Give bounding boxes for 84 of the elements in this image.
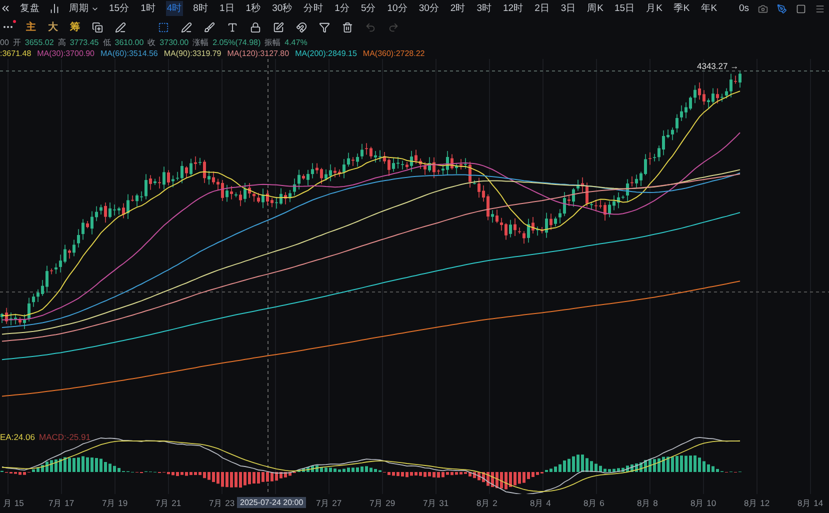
- period-tab[interactable]: 15分: [108, 1, 131, 16]
- pencil-icon[interactable]: [115, 22, 126, 32]
- date-label: 7月 29: [368, 497, 396, 510]
- ohlc-value: 3610.00: [114, 38, 144, 47]
- macd-value: MACD:-25.91: [38, 432, 90, 442]
- camera-icon[interactable]: [758, 4, 768, 14]
- period-tab[interactable]: 4时: [166, 1, 184, 16]
- date-label: 8月 4: [529, 497, 552, 510]
- period-tab[interactable]: 12时: [502, 1, 525, 16]
- filter-icon[interactable]: [319, 22, 330, 32]
- moving-average-value: MA(360):2728.22: [362, 49, 425, 58]
- moving-average-value: MA(60):3514.56: [100, 49, 158, 58]
- pen-icon[interactable]: [777, 4, 787, 14]
- period-tab[interactable]: 2日: [534, 1, 551, 16]
- menu-icon[interactable]: [815, 4, 825, 14]
- ohlc-value: 3655.02: [24, 38, 54, 47]
- period-tab[interactable]: 30分: [418, 1, 440, 16]
- period-tab[interactable]: 1分: [334, 1, 351, 16]
- ohlc-label: 收: [148, 37, 156, 48]
- ohlc-label: 振幅: [264, 37, 281, 48]
- ohlc-label: 高: [58, 37, 66, 48]
- copy-icon[interactable]: [92, 22, 103, 32]
- date-label: 7月 31: [422, 497, 450, 510]
- date-label: 7月 27: [315, 497, 343, 510]
- ohlc-value: 4.47%: [284, 38, 308, 47]
- period-tab[interactable]: 10分: [386, 1, 409, 16]
- period-tab[interactable]: 3时: [476, 1, 493, 16]
- crosshair-time-label: 2025-07-24 20:00: [237, 497, 306, 508]
- period-tab[interactable]: 1时: [140, 1, 157, 16]
- ohlc-label: 开: [12, 37, 21, 48]
- ohlc-value: 3730.00: [160, 38, 189, 47]
- date-label: 8月 2: [476, 497, 498, 510]
- date-label: 8月 14: [796, 497, 824, 510]
- moving-average-value: MA(120):3127.80: [227, 49, 290, 58]
- magnet-icon[interactable]: [296, 22, 307, 32]
- period-tab[interactable]: 月K: [645, 1, 664, 16]
- date-label: 8月 12: [743, 497, 771, 510]
- double-chevron-left-icon[interactable]: [0, 3, 11, 14]
- edit-icon[interactable]: [273, 22, 284, 32]
- date-label: 8月 6: [582, 497, 606, 510]
- period-tab[interactable]: 3日: [560, 1, 578, 16]
- price-label: 4343.27 →: [697, 61, 739, 71]
- moving-average-value: MA(90):3319.79: [164, 49, 222, 58]
- text-icon[interactable]: [227, 22, 238, 32]
- date-label: 8月 10: [690, 497, 718, 510]
- moving-average-value: MA(200):2849.15: [295, 49, 357, 58]
- moving-average-value: MA(30):3700.90: [37, 49, 95, 58]
- period-tab[interactable]: 8时: [192, 1, 210, 16]
- period-tab[interactable]: 1秒: [244, 1, 262, 16]
- indicator-toggle[interactable]: 主: [26, 20, 36, 34]
- date-label: 7月 21: [154, 497, 182, 510]
- ohlc-value: 2.05%(74.98): [212, 38, 261, 47]
- date-label: 7月 19: [101, 497, 129, 510]
- period-tab[interactable]: 分时: [302, 1, 325, 16]
- indicator-toggle[interactable]: 大: [48, 20, 58, 34]
- period-dropdown[interactable]: 周期: [69, 2, 99, 15]
- period-tab[interactable]: 5分: [360, 1, 378, 16]
- date-label: 月 15: [2, 497, 25, 510]
- period-tab[interactable]: 30秒: [271, 1, 294, 16]
- moving-average-value: :3671.48: [0, 49, 32, 58]
- period-tab[interactable]: 2时: [449, 1, 467, 16]
- ohlc-label: 涨幅: [192, 37, 209, 48]
- period-tab[interactable]: 15日: [614, 1, 636, 16]
- period-tab[interactable]: 1日: [218, 1, 236, 16]
- period-tab[interactable]: 年K: [700, 1, 718, 16]
- lock-icon[interactable]: [250, 22, 261, 32]
- macd-value: EA:24.06: [0, 432, 35, 442]
- date-label: 7月 17: [48, 497, 76, 510]
- bar-chart-icon[interactable]: [49, 3, 60, 14]
- pencil-icon[interactable]: [181, 22, 192, 32]
- square-icon[interactable]: [796, 4, 806, 14]
- select-icon[interactable]: [158, 22, 169, 32]
- replay-button[interactable]: 复盘: [20, 2, 40, 15]
- timer-text: 0s: [738, 3, 749, 14]
- ohlc-value: 00: [0, 38, 9, 47]
- ohlc-value: 3773.45: [70, 38, 99, 47]
- period-tab[interactable]: 周K: [586, 1, 604, 16]
- ohlc-label: 低: [102, 37, 111, 48]
- delete-icon[interactable]: [342, 22, 353, 32]
- brush-icon[interactable]: [204, 22, 215, 32]
- date-label: 8月 8: [636, 497, 659, 510]
- indicator-toggle[interactable]: 筹: [70, 20, 80, 34]
- period-tab[interactable]: 季K: [672, 1, 691, 16]
- date-label: 7月 23: [208, 497, 236, 510]
